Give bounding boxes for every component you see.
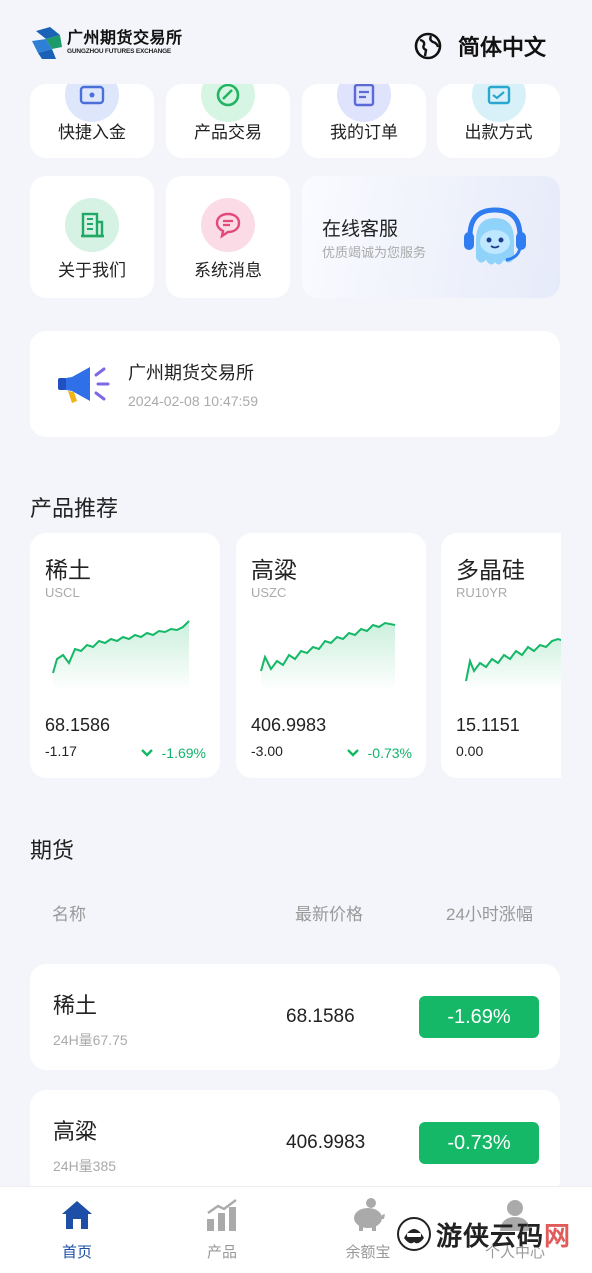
announcement-card[interactable]: 广州期货交易所 2024-02-08 10:47:59 [30, 331, 560, 437]
futures-price: 68.1586 [286, 1006, 355, 1027]
tab-home-label: 首页 [61, 1244, 92, 1261]
product-trade-label: 产品交易 [194, 123, 262, 142]
futures-section-title: 期货 [30, 838, 75, 863]
exchange-logo[interactable]: 广州期货交易所 GUNGZHOU FUTURES EXCHANGE [30, 25, 183, 61]
watermark-text: 游侠云码网 [436, 1216, 571, 1253]
payout-method-tile[interactable]: 出款方式 [437, 68, 560, 158]
chevron-down-icon [140, 749, 153, 757]
watermark-text-main: 游侠云码 [436, 1220, 545, 1251]
language-label: 简体中文 [457, 35, 546, 60]
chart-bars-icon [207, 1199, 237, 1231]
logo-title: 广州期货交易所 [67, 30, 183, 47]
futures-change-badge: -0.73% [419, 1122, 539, 1164]
recommend-change: 0.00 [456, 743, 484, 759]
recommend-change: -3.00 [251, 743, 283, 759]
recommend-name: 高粱 [251, 557, 297, 583]
recommend-sparkline [52, 620, 190, 691]
customer-service-robot-icon [464, 207, 526, 265]
chevron-down-icon [346, 749, 359, 757]
product-trade-tile[interactable]: 产品交易 [166, 68, 290, 158]
my-orders-tile[interactable]: 我的订单 [302, 68, 426, 158]
futures-name: 稀土 [53, 993, 98, 1018]
column-header-name: 名称 [52, 905, 86, 924]
online-service-card[interactable]: 在线客服 优质竭诚为您服务 [302, 176, 560, 298]
logo-subtitle: GUNGZHOU FUTURES EXCHANGE [67, 48, 172, 55]
recommend-section-title: 产品推荐 [30, 496, 119, 521]
recommend-name: 多晶硅 [456, 557, 525, 583]
recommend-percent: -0.73% [346, 745, 412, 761]
quick-deposit-tile[interactable]: 快捷入金 [30, 68, 154, 158]
system-message-tile[interactable]: 系统消息 [166, 176, 290, 298]
my-orders-label: 我的订单 [330, 123, 398, 142]
service-subtitle: 优质竭诚为您服务 [322, 245, 427, 260]
about-us-tile[interactable]: 关于我们 [30, 176, 154, 298]
message-icon [201, 198, 255, 252]
recommend-name: 稀土 [45, 557, 91, 583]
tab-products-label: 产品 [206, 1244, 237, 1261]
futures-row[interactable]: 高粱 24H量385 406.9983 -0.73% [30, 1090, 560, 1196]
recommend-card[interactable]: 稀土 USCL 68.1586 -1.17 -1.69% [30, 533, 220, 778]
futures-volume: 24H量67.75 [53, 1032, 128, 1048]
announcement-time: 2024-02-08 10:47:59 [128, 393, 258, 409]
building-icon [65, 198, 119, 252]
language-switcher[interactable]: 简体中文 [414, 30, 546, 62]
service-title: 在线客服 [322, 219, 399, 240]
recommend-carousel[interactable]: 稀土 USCL 68.1586 -1.17 -1.69% 高粱 USZC 406… [30, 533, 561, 779]
futures-name: 高粱 [53, 1119, 98, 1144]
recommend-card[interactable]: 多晶硅 RU10YR 15.1151 0.00 [441, 533, 561, 778]
futures-row[interactable]: 稀土 24H量67.75 68.1586 -1.69% [30, 964, 560, 1070]
recommend-percent: -1.69% [140, 745, 206, 761]
watermark-logo-icon [397, 1217, 431, 1251]
watermark-text-end: 网 [544, 1220, 572, 1251]
announcement-title: 广州期货交易所 [128, 363, 254, 383]
app-header: 广州期货交易所 GUNGZHOU FUTURES EXCHANGE 简体中文 [0, 0, 592, 84]
recommend-code: USCL [45, 585, 80, 600]
recommend-sparkline [260, 621, 396, 691]
tab-home[interactable]: 首页 [3, 1187, 151, 1273]
exchange-logo-icon [32, 27, 62, 59]
futures-change-badge: -1.69% [419, 996, 539, 1038]
column-header-change: 24小时涨幅 [446, 905, 533, 924]
recommend-price: 15.1151 [456, 715, 520, 735]
quick-deposit-label: 快捷入金 [58, 123, 126, 142]
payout-method-label: 出款方式 [464, 123, 533, 142]
recommend-percent-value: -0.73% [367, 745, 412, 761]
futures-price: 406.9983 [286, 1132, 366, 1153]
recommend-card[interactable]: 高粱 USZC 406.9983 -3.00 -0.73% [236, 533, 426, 778]
recommend-code: RU10YR [456, 585, 508, 600]
system-message-label: 系统消息 [194, 261, 262, 280]
futures-volume: 24H量385 [53, 1158, 117, 1174]
home-icon [62, 1201, 92, 1229]
recommend-change: -1.17 [45, 743, 77, 759]
recommend-code: USZC [251, 585, 287, 600]
globe-icon [414, 32, 442, 60]
recommend-percent-value: -1.69% [161, 745, 206, 761]
column-header-price: 最新价格 [295, 905, 363, 924]
about-us-label: 关于我们 [58, 261, 126, 280]
tab-products[interactable]: 产品 [148, 1187, 296, 1273]
piggy-bank-icon [354, 1198, 385, 1231]
recommend-sparkline [465, 637, 561, 691]
recommend-price: 68.1586 [45, 715, 111, 735]
megaphone-icon [58, 367, 110, 403]
recommend-price: 406.9983 [251, 715, 327, 735]
watermark: 游侠云码网 [396, 1212, 572, 1256]
